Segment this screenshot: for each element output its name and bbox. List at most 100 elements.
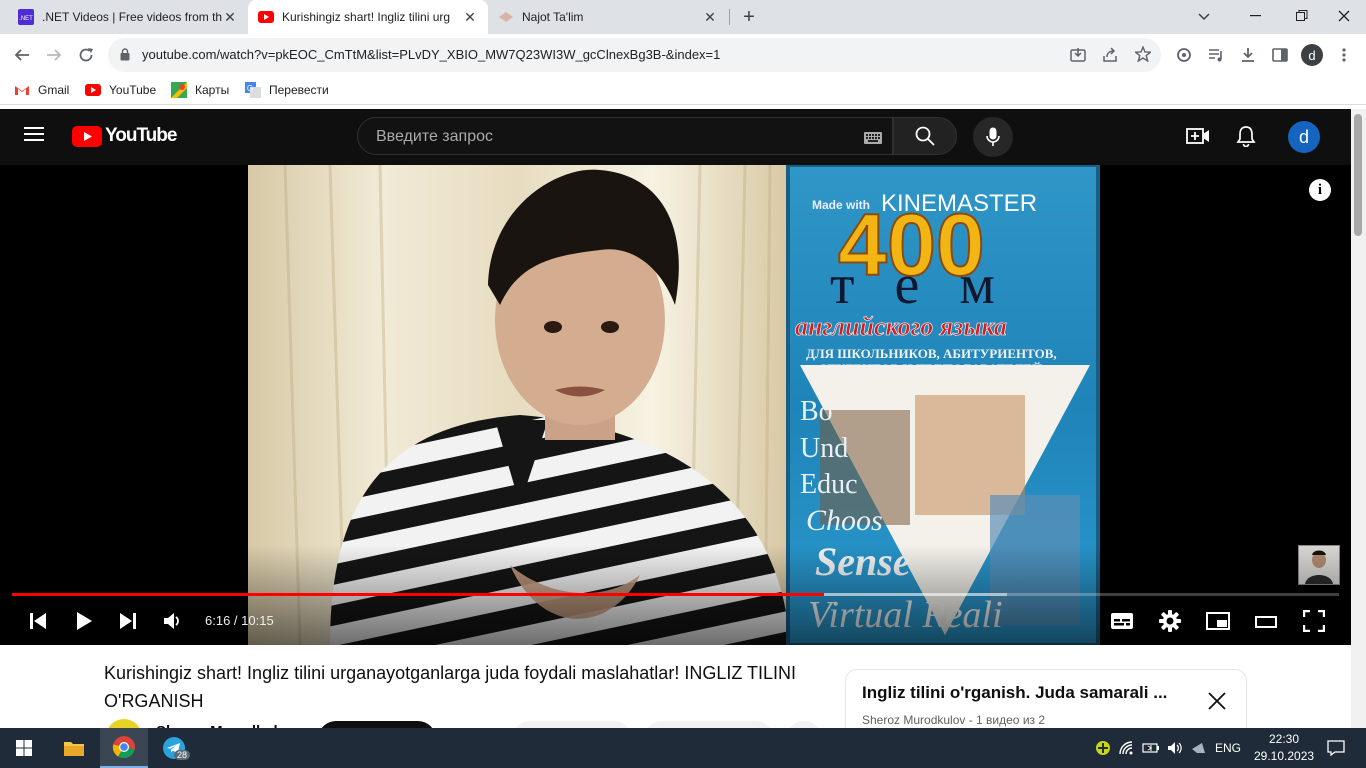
svg-text:G: G <box>247 84 253 93</box>
playlist-title[interactable]: Ingliz tilini o'rganish. Juda samarali .… <box>862 683 1167 703</box>
hamburger-menu-icon[interactable] <box>24 126 44 147</box>
extension-icon[interactable] <box>1168 39 1200 71</box>
najot-icon <box>498 9 514 25</box>
tray-app-icon[interactable] <box>1092 728 1114 768</box>
clock-time: 22:30 <box>1268 732 1300 746</box>
tab-youtube-video[interactable]: Kurishingiz shart! Ingliz tilini urg ✕ <box>248 0 488 34</box>
youtube-header: YouTube #search input::placeholder{color… <box>0 109 1351 165</box>
tab-title: Kurishingiz shart! Ingliz tilini urg <box>282 10 451 24</box>
video-info-area: Kurishingiz shart! Ingliz tilini urganay… <box>0 645 1351 757</box>
notifications-bell-icon[interactable] <box>1236 125 1256 152</box>
youtube-logo[interactable]: YouTube <box>72 125 177 147</box>
svg-text:ДЛЯ ШКОЛЬНИКОВ, АБИТУРИЕНТОВ,: ДЛЯ ШКОЛЬНИКОВ, АБИТУРИЕНТОВ, <box>806 346 1057 361</box>
notification-tray-icon[interactable] <box>1188 728 1210 768</box>
close-icon[interactable]: ✕ <box>462 9 478 26</box>
battery-icon[interactable] <box>1140 728 1162 768</box>
bookmark-gmail[interactable]: Gmail <box>14 82 69 98</box>
speaker-icon[interactable] <box>1164 728 1186 768</box>
new-tab-button[interactable]: + <box>736 4 762 30</box>
video-player[interactable]: Made with KINEMASTER 400 тем английского… <box>0 165 1351 645</box>
create-video-icon[interactable] <box>1186 126 1210 151</box>
youtube-logo-text: YouTube <box>105 125 177 146</box>
previous-video-icon[interactable] <box>28 612 48 635</box>
start-windows-icon[interactable] <box>0 728 48 768</box>
svg-text:английского языка: английского языка <box>795 312 1007 341</box>
action-center-icon[interactable] <box>1318 728 1354 768</box>
close-icon[interactable]: ✕ <box>702 9 718 26</box>
play-icon[interactable] <box>75 611 93 636</box>
time-display: 6:16 / 10:15 <box>205 613 274 628</box>
profile-avatar[interactable]: d <box>1301 44 1323 66</box>
volume-icon[interactable] <box>163 612 183 635</box>
telegram-taskbar-icon[interactable]: 28 <box>152 728 196 768</box>
download-icon[interactable] <box>1232 39 1264 71</box>
language-indicator[interactable]: ENG <box>1212 728 1244 768</box>
chrome-taskbar-icon[interactable] <box>100 728 148 768</box>
search-button[interactable] <box>893 117 957 155</box>
theater-mode-icon[interactable] <box>1255 615 1277 633</box>
bookmark-youtube[interactable]: YouTube <box>85 82 156 98</box>
address-bar[interactable]: youtube.com/watch?v=pkEOC_CmTtM&list=PLv… <box>108 38 1161 72</box>
next-video-icon[interactable] <box>118 612 138 635</box>
file-explorer-icon[interactable] <box>52 728 96 768</box>
info-icon[interactable]: i <box>1309 179 1331 201</box>
video-title: Kurishingiz shart! Ingliz tilini urganay… <box>104 663 797 711</box>
scrollbar-thumb[interactable] <box>1354 114 1362 236</box>
user-avatar[interactable]: d <box>1288 121 1320 153</box>
settings-gear-icon[interactable] <box>1159 610 1181 637</box>
bookmarks-bar: Gmail YouTube Карты G Перевести <box>0 76 1366 105</box>
search-input[interactable] <box>374 125 838 149</box>
side-panel-icon[interactable] <box>1264 39 1296 71</box>
close-icon[interactable] <box>1208 692 1226 715</box>
gmail-icon <box>14 82 30 98</box>
search-box[interactable] <box>357 117 893 155</box>
tab-dotnet[interactable]: .NET .NET Videos | Free videos from th ✕ <box>8 0 248 34</box>
bookmark-label: Карты <box>195 83 230 97</box>
install-icon[interactable] <box>1070 47 1086 68</box>
star-icon[interactable] <box>1133 45 1153 67</box>
tab-search-icon[interactable] <box>1192 6 1216 28</box>
translate-icon: G <box>245 82 261 98</box>
network-icon[interactable] <box>1116 728 1138 768</box>
tab-najot[interactable]: Najot Ta'lim ✕ <box>488 0 728 34</box>
bookmark-label: YouTube <box>109 83 157 97</box>
progress-bar[interactable] <box>12 593 1339 596</box>
menu-kebab-icon[interactable] <box>1328 39 1360 71</box>
dotnet-icon: .NET <box>18 9 34 25</box>
youtube-icon <box>85 82 101 98</box>
maps-icon <box>171 82 187 98</box>
tab-title: .NET Videos | Free videos from th <box>42 10 222 24</box>
close-window-button[interactable] <box>1324 2 1364 30</box>
bookmark-label: Gmail <box>38 83 70 97</box>
media-control-icon[interactable] <box>1200 39 1232 71</box>
youtube-page: YouTube #search input::placeholder{color… <box>0 109 1351 757</box>
page-scrollbar[interactable] <box>1351 109 1366 728</box>
keyboard-icon[interactable] <box>864 131 882 149</box>
back-button[interactable] <box>6 39 38 71</box>
youtube-icon <box>258 9 274 25</box>
miniplayer-icon[interactable] <box>1206 612 1230 635</box>
clock[interactable]: 22:30 29.10.2023 <box>1254 731 1314 765</box>
bookmark-maps[interactable]: Карты <box>171 82 229 98</box>
youtube-logo-icon <box>72 125 102 147</box>
svg-text:Choos: Choos <box>806 504 883 537</box>
playlist-meta: Sheroz Murodkulov - 1 видео из 2 <box>862 713 1046 727</box>
microphone-icon <box>986 127 1000 146</box>
reload-button[interactable] <box>70 39 102 71</box>
url-text: youtube.com/watch?v=pkEOC_CmTtM&list=PLv… <box>142 47 721 62</box>
svg-text:.NET: .NET <box>19 16 33 22</box>
voice-search-button[interactable] <box>973 117 1013 157</box>
minimize-button[interactable] <box>1236 2 1276 30</box>
lock-icon[interactable] <box>120 48 130 66</box>
svg-text:Bo: Bo <box>800 396 833 427</box>
restore-button[interactable] <box>1282 2 1322 30</box>
fullscreen-icon[interactable] <box>1302 609 1326 637</box>
clock-date: 29.10.2023 <box>1254 749 1315 763</box>
close-icon[interactable]: ✕ <box>222 9 238 26</box>
telegram-badge: 28 <box>174 750 191 760</box>
subtitles-icon[interactable] <box>1110 612 1134 635</box>
bookmark-translate[interactable]: G Перевести <box>245 82 329 98</box>
forward-button[interactable] <box>38 39 70 71</box>
svg-text:СТУДЕНТОВ И ПРЕПОДАВАТЕЛЕЙ: СТУДЕНТОВ И ПРЕПОДАВАТЕЛЕЙ <box>818 361 1042 376</box>
share-icon[interactable] <box>1102 47 1118 68</box>
